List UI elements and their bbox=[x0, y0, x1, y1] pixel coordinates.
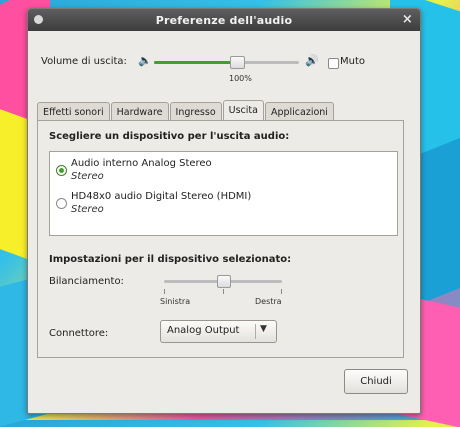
connector-label: Connettore: bbox=[49, 328, 109, 339]
device-radio-selected[interactable] bbox=[56, 165, 67, 176]
output-tab-panel: Scegliere un dispositivo per l'uscita au… bbox=[37, 120, 404, 358]
balance-right-label: Destra bbox=[255, 297, 282, 306]
balance-tick-left bbox=[164, 289, 165, 294]
balance-slider[interactable] bbox=[164, 275, 282, 288]
tab-hardware[interactable]: Hardware bbox=[110, 102, 169, 122]
balance-tick-right bbox=[281, 289, 282, 294]
device-profile: Stereo bbox=[71, 204, 104, 215]
device-item-hdmi[interactable]: HD48x0 audio Digital Stereo (HDMI) Stere… bbox=[54, 188, 374, 218]
output-device-list: Audio interno Analog Stereo Stereo HD48x… bbox=[49, 151, 398, 236]
volume-percent-label: 100% bbox=[229, 74, 252, 83]
mute-checkbox[interactable] bbox=[328, 58, 339, 69]
output-volume-label: Volume di uscita: bbox=[41, 56, 127, 67]
balance-tick-center bbox=[223, 289, 224, 294]
device-name: Audio interno Analog Stereo bbox=[71, 158, 212, 169]
mute-label[interactable]: Muto bbox=[340, 56, 365, 67]
connector-value: Analog Output bbox=[167, 325, 240, 336]
balance-left-label: Sinistra bbox=[160, 297, 191, 306]
balance-label: Bilanciamento: bbox=[49, 276, 124, 287]
speaker-low-icon: 🔈 bbox=[138, 54, 152, 67]
select-divider bbox=[255, 324, 256, 339]
balance-slider-handle[interactable] bbox=[217, 275, 231, 288]
close-button-label: Chiudi bbox=[360, 376, 392, 387]
device-item-analog[interactable]: Audio interno Analog Stereo Stereo bbox=[54, 155, 374, 185]
tab-applications[interactable]: Applicazioni bbox=[264, 102, 334, 122]
speaker-high-icon: 🔊 bbox=[305, 54, 319, 67]
close-icon[interactable]: × bbox=[402, 12, 413, 27]
window-menu-icon[interactable] bbox=[34, 15, 43, 24]
volume-slider-handle[interactable] bbox=[230, 56, 245, 69]
chevron-down-icon: ▼ bbox=[260, 324, 267, 334]
sound-preferences-window: Preferenze dell'audio × Volume di uscita… bbox=[27, 8, 421, 414]
title-bar[interactable]: Preferenze dell'audio × bbox=[28, 9, 420, 31]
tab-sound-effects[interactable]: Effetti sonori bbox=[37, 102, 110, 122]
volume-slider-fill bbox=[154, 61, 237, 64]
device-name: HD48x0 audio Digital Stereo (HDMI) bbox=[71, 191, 252, 202]
connector-select[interactable]: Analog Output ▼ bbox=[160, 320, 277, 343]
output-volume-slider[interactable] bbox=[154, 56, 299, 69]
tab-output[interactable]: Uscita bbox=[222, 100, 264, 122]
output-volume-row: Volume di uscita: 🔈 🔊 Muto bbox=[41, 53, 420, 73]
device-settings-section-title: Impostazioni per il dispositivo selezion… bbox=[49, 254, 292, 265]
close-button[interactable]: Chiudi bbox=[344, 369, 408, 394]
output-device-section-title: Scegliere un dispositivo per l'uscita au… bbox=[49, 131, 290, 142]
device-radio[interactable] bbox=[56, 198, 67, 209]
device-profile: Stereo bbox=[71, 171, 104, 182]
tab-input[interactable]: Ingresso bbox=[169, 102, 222, 122]
window-title: Preferenze dell'audio bbox=[155, 13, 293, 27]
